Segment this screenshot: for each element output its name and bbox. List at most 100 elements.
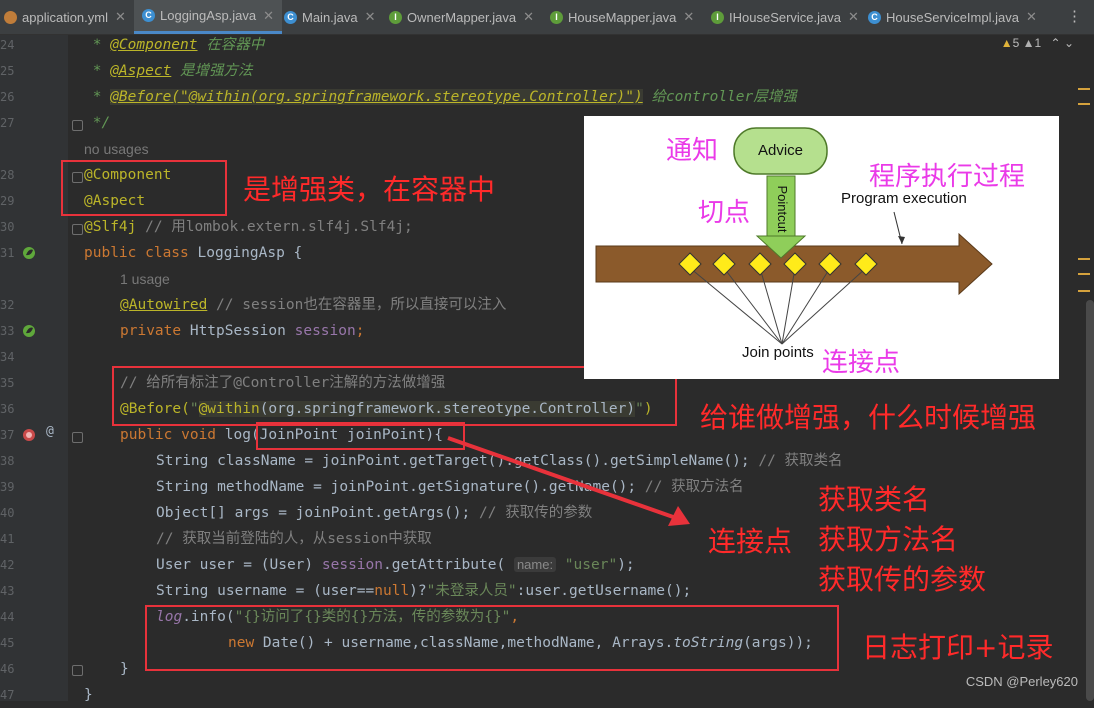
scroll-marker[interactable] xyxy=(1078,290,1090,292)
inspection-widget[interactable]: ▲5 ▲1 ⌃ ⌄ xyxy=(1001,36,1074,50)
close-icon[interactable]: ✕ xyxy=(115,9,126,25)
line-number: 39 xyxy=(0,480,15,494)
label-get-class: 获取类名 xyxy=(818,483,931,516)
line-number: 34 xyxy=(0,350,15,364)
chevron-down-icon[interactable]: ⌄ xyxy=(1064,36,1074,50)
scroll-marker[interactable] xyxy=(1078,88,1090,90)
vertical-scrollbar[interactable] xyxy=(1086,300,1094,701)
line-number: 44 xyxy=(0,610,15,624)
fold-marker-icon[interactable] xyxy=(72,120,83,131)
line-number: 24 xyxy=(0,38,15,52)
line-number: 28 xyxy=(0,168,15,182)
tab-label: HouseMapper.java xyxy=(568,9,677,25)
warning-icon: ▲ xyxy=(1000,36,1013,50)
chevron-up-icon[interactable]: ⌃ xyxy=(1051,36,1061,50)
tab-main[interactable]: C Main.java ✕ xyxy=(284,0,376,34)
tab-ihouse-service[interactable]: I IHouseService.java ✕ xyxy=(711,0,859,34)
close-icon[interactable]: ✕ xyxy=(523,9,534,25)
code-line[interactable]: public class LoggingAsp { xyxy=(84,240,302,266)
line-number: 26 xyxy=(0,90,15,104)
code-line[interactable]: * @Before("@within(org.springframework.s… xyxy=(84,84,797,110)
program-cn-label: 程序执行过程 xyxy=(869,162,1026,192)
close-icon[interactable]: ✕ xyxy=(365,9,376,25)
tab-label: LoggingAsp.java xyxy=(160,8,257,23)
line-number: 45 xyxy=(0,636,15,650)
tab-application-yml[interactable]: application.yml ✕ xyxy=(4,0,126,34)
advice-gutter-icon[interactable] xyxy=(22,428,36,442)
tab-label: IHouseService.java xyxy=(729,9,841,25)
weak-warning-icon: ▲ xyxy=(1022,36,1035,50)
line-number: 25 xyxy=(0,64,15,78)
line-number: 42 xyxy=(0,558,15,572)
pointer-head xyxy=(898,236,905,244)
tab-house-service-impl[interactable]: C HouseServiceImpl.java ✕ xyxy=(868,0,1037,34)
spring-bean-icon[interactable] xyxy=(22,246,36,260)
pointcut-label: Pointcut xyxy=(775,185,790,233)
watermark: CSDN @Perley620 xyxy=(965,674,1078,689)
code-line[interactable]: private HttpSession session; xyxy=(120,318,364,344)
class-icon: C xyxy=(284,10,297,24)
code-line[interactable]: // 获取当前登陆的人，从session中获取 xyxy=(156,526,432,552)
code-line[interactable]: @Slf4j // 用lombok.extern.slf4j.Slf4j; xyxy=(84,214,413,240)
tab-logging-asp[interactable]: C LoggingAsp.java ✕ xyxy=(134,0,283,34)
usages-hint[interactable]: no usages xyxy=(84,136,149,162)
line-number: 32 xyxy=(0,298,15,312)
close-icon[interactable]: ✕ xyxy=(1026,9,1037,25)
close-icon[interactable]: ✕ xyxy=(848,9,859,25)
line-number: 30 xyxy=(0,220,15,234)
more-tabs-icon[interactable]: ⋮ xyxy=(1067,0,1082,34)
close-icon[interactable]: ✕ xyxy=(683,9,694,25)
code-line[interactable]: } xyxy=(84,682,93,708)
label-get-method: 获取方法名 xyxy=(818,523,959,556)
interface-icon: I xyxy=(550,10,563,24)
line-number: 29 xyxy=(0,194,15,208)
code-line[interactable]: User user = (User) session.getAttribute(… xyxy=(156,552,635,578)
editor-tab-bar: application.yml ✕ C LoggingAsp.java ✕ C … xyxy=(0,0,1094,35)
aop-diagram: Advice Pointcut Program execution Join p… xyxy=(584,116,1059,379)
code-line[interactable]: @Autowired // session也在容器里，所以直接可以注入 xyxy=(120,292,506,318)
pointcut-cn-label: 切点 xyxy=(698,198,751,228)
tab-label: application.yml xyxy=(22,9,108,25)
at-annotation-icon[interactable]: @ xyxy=(46,424,54,439)
fold-marker-icon[interactable] xyxy=(72,665,83,676)
line-number: 33 xyxy=(0,324,15,338)
spring-bean-icon[interactable] xyxy=(22,324,36,338)
line-number: 36 xyxy=(0,402,15,416)
interface-icon: I xyxy=(711,10,724,24)
highlight-box-component-aspect xyxy=(61,160,227,216)
usages-hint[interactable]: 1 usage xyxy=(120,266,170,292)
code-line[interactable]: } xyxy=(120,656,129,682)
code-line[interactable]: * @Component 在容器中 xyxy=(84,32,265,58)
line-number: 47 xyxy=(0,688,15,702)
join-points-cn-label: 连接点 xyxy=(822,348,901,378)
code-line[interactable]: String username = (user==null)?"未登录人员":u… xyxy=(156,578,691,604)
label-log-record: 日志打印+记录 xyxy=(862,631,1054,664)
tab-house-mapper[interactable]: I HouseMapper.java ✕ xyxy=(550,0,694,34)
label-enhance-class: 是增强类，在容器中 xyxy=(243,173,496,206)
line-number: 43 xyxy=(0,584,15,598)
tab-owner-mapper[interactable]: I OwnerMapper.java ✕ xyxy=(389,0,534,34)
fold-marker-icon[interactable] xyxy=(72,432,83,443)
label-get-args: 获取传的参数 xyxy=(818,563,987,596)
line-number: 37 xyxy=(0,428,15,442)
fold-marker-icon[interactable] xyxy=(72,224,83,235)
tab-label: HouseServiceImpl.java xyxy=(886,9,1019,25)
scroll-marker[interactable] xyxy=(1078,103,1090,105)
highlight-box-joinpoint xyxy=(256,422,465,450)
line-number: 27 xyxy=(0,116,15,130)
line-number: 46 xyxy=(0,662,15,676)
parameter-hint: name: xyxy=(513,557,557,572)
weak-warning-count: 1 xyxy=(1034,36,1042,50)
red-arrow-icon xyxy=(447,436,690,526)
code-line[interactable]: * @Aspect 是增强方法 xyxy=(84,58,253,84)
tab-label: OwnerMapper.java xyxy=(407,9,517,25)
class-icon: C xyxy=(142,9,155,22)
scroll-marker[interactable] xyxy=(1078,258,1090,260)
interface-icon: I xyxy=(389,10,402,24)
line-number: 31 xyxy=(0,246,15,260)
line-number: 41 xyxy=(0,532,15,546)
code-line[interactable]: */ xyxy=(84,110,110,136)
close-icon[interactable]: ✕ xyxy=(263,8,274,24)
join-points-label: Join points xyxy=(742,344,814,361)
scroll-marker[interactable] xyxy=(1078,273,1090,275)
